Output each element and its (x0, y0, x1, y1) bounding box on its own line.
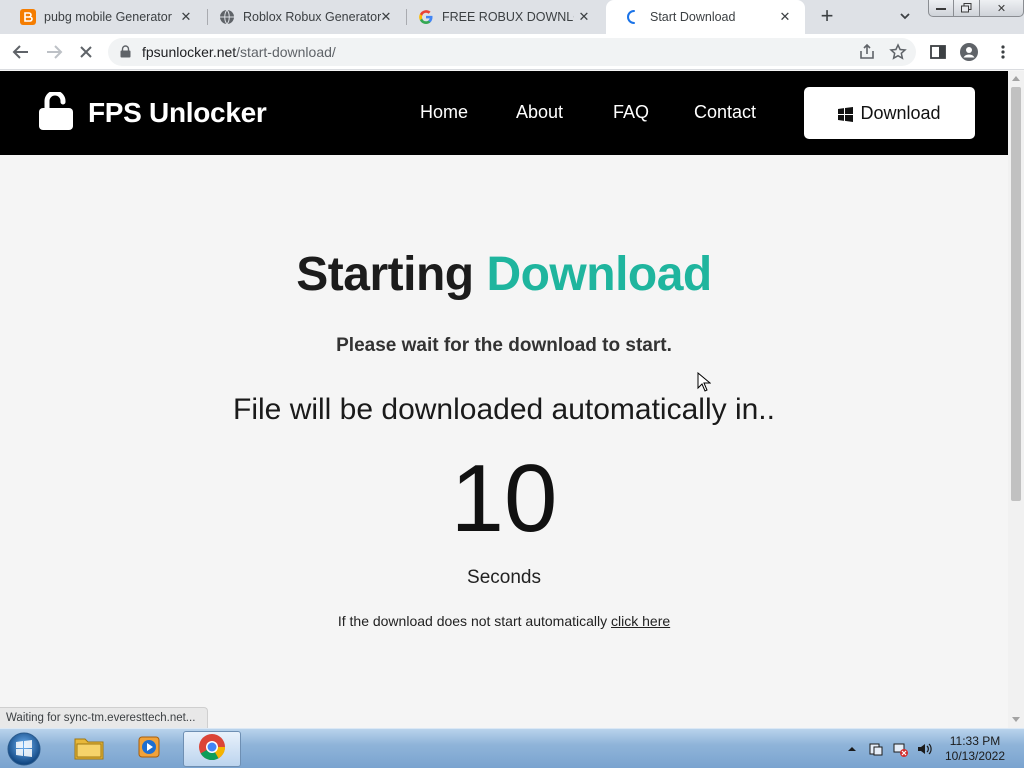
fallback-message: If the download does not start automatic… (0, 613, 1008, 629)
page-scrollbar[interactable] (1008, 71, 1024, 728)
scroll-thumb[interactable] (1011, 87, 1021, 501)
new-tab-button[interactable]: + (816, 5, 838, 28)
title-plain: Starting (296, 248, 474, 301)
mouse-cursor-icon (697, 371, 712, 392)
folder-icon (74, 734, 104, 765)
title-accent: Download (486, 248, 712, 301)
share-icon[interactable] (858, 43, 876, 61)
window-close-button[interactable]: ✕ (980, 0, 1024, 17)
close-tab-icon[interactable]: ✕ (576, 9, 592, 25)
globe-icon (219, 9, 235, 25)
taskbar-clock[interactable]: 11:33 PM 10/13/2022 (940, 734, 1010, 764)
address-bar[interactable]: fpsunlocker.net/start-download/ (108, 38, 916, 66)
browser-menu-icon[interactable] (994, 43, 1012, 61)
auto-download-text: File will be downloaded automatically in… (233, 393, 775, 426)
header-download-button[interactable]: Download (804, 87, 975, 139)
tab-title: Start Download (650, 10, 736, 24)
system-tray (844, 741, 940, 757)
web-page: FPS Unlocker Home About FAQ Contact Down… (0, 71, 1008, 728)
url-host: fpsunlocker.net (142, 44, 237, 60)
clock-date: 10/13/2022 (944, 749, 1006, 763)
url-text: fpsunlocker.net/start-download/ (142, 44, 336, 60)
unlock-padlock-icon (38, 90, 74, 135)
start-button[interactable] (4, 731, 44, 767)
close-tab-icon[interactable]: ✕ (178, 9, 194, 25)
nav-faq[interactable]: FAQ (613, 102, 649, 123)
google-icon (418, 9, 434, 25)
tab-pubg[interactable]: pubg mobile Generator ✕ (0, 0, 206, 34)
status-bubble: Waiting for sync-tm.everesttech.net... (0, 707, 209, 728)
scroll-down-arrow[interactable] (1012, 717, 1020, 722)
nav-about[interactable]: About (516, 102, 563, 123)
site-header: FPS Unlocker Home About FAQ Contact Down… (0, 71, 1008, 155)
click-here-link[interactable]: click here (611, 613, 670, 629)
nav-contact[interactable]: Contact (694, 102, 756, 123)
tab-strip: pubg mobile Generator ✕ Roblox Robux Gen… (0, 0, 1024, 34)
window-controls: ✕ (928, 0, 1024, 18)
chrome-icon (198, 733, 226, 766)
profile-avatar-icon[interactable] (960, 43, 978, 61)
scroll-up-arrow[interactable] (1012, 76, 1020, 81)
bookmark-star-icon[interactable] (889, 43, 907, 61)
tab-title: Roblox Robux Generator (243, 10, 382, 24)
browser-toolbar: fpsunlocker.net/start-download/ (0, 34, 1024, 70)
download-button-label: Download (860, 102, 941, 123)
countdown-unit: Seconds (467, 567, 541, 588)
show-hidden-icons-arrow[interactable] (844, 741, 860, 757)
logo-text: FPS Unlocker (88, 97, 267, 128)
stop-loading-icon[interactable] (77, 43, 95, 61)
clock-time: 11:33 PM (949, 734, 1001, 748)
wait-subtitle: Please wait for the download to start. (336, 335, 672, 356)
taskbar-chrome[interactable] (183, 731, 241, 767)
page-title: Starting Download (0, 247, 1008, 302)
url-path: /start-download/ (236, 44, 336, 60)
countdown-number: 10 (450, 445, 558, 552)
network-error-icon[interactable] (892, 741, 908, 757)
loading-spinner-icon (626, 9, 642, 25)
forward-arrow-icon[interactable] (45, 43, 63, 61)
site-logo[interactable]: FPS Unlocker (38, 90, 267, 135)
windows-logo-icon (838, 106, 854, 122)
media-player-icon (136, 734, 164, 765)
close-tab-icon[interactable]: ✕ (378, 9, 394, 25)
taskbar-explorer[interactable] (60, 731, 118, 767)
close-tab-icon[interactable]: ✕ (777, 9, 793, 25)
taskbar-media-player[interactable] (121, 731, 179, 767)
windows-taskbar: 11:33 PM 10/13/2022 (0, 728, 1024, 768)
nav-home[interactable]: Home (420, 102, 468, 123)
action-center-flag-icon[interactable] (868, 741, 884, 757)
lock-icon[interactable] (120, 45, 131, 58)
side-panel-icon[interactable] (929, 43, 947, 61)
tab-start-download[interactable]: Start Download ✕ (606, 0, 805, 34)
tab-title: FREE ROBUX DOWNLOAD (442, 10, 574, 24)
back-arrow-icon[interactable] (12, 43, 30, 61)
restore-button[interactable] (954, 0, 980, 17)
tab-title: pubg mobile Generator (44, 10, 172, 24)
blogger-icon (20, 9, 36, 25)
tab-search-icon[interactable] (897, 8, 913, 24)
minimize-button[interactable] (928, 0, 954, 17)
fallback-text: If the download does not start automatic… (337, 613, 608, 629)
tab-free-robux[interactable]: FREE ROBUX DOWNLOAD ✕ (398, 0, 604, 34)
tab-roblox[interactable]: Roblox Robux Generator ✕ (199, 0, 406, 34)
volume-icon[interactable] (916, 741, 932, 757)
